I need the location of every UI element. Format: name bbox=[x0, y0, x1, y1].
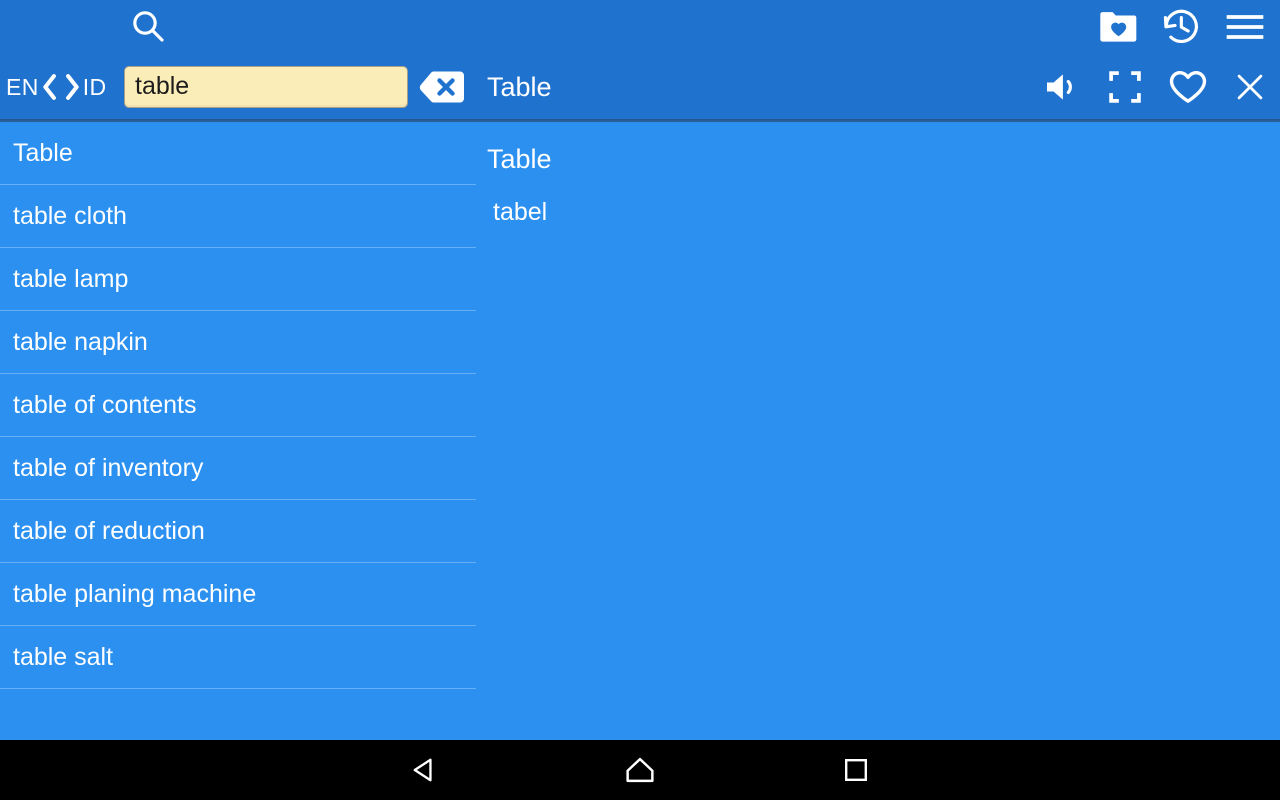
list-item-label: table of inventory bbox=[13, 453, 204, 482]
list-item[interactable]: table planing machine bbox=[0, 563, 476, 626]
list-item[interactable]: table napkin bbox=[0, 311, 476, 374]
language-switcher[interactable]: EN ID bbox=[6, 66, 107, 108]
list-item[interactable]: table of reduction bbox=[0, 500, 476, 563]
close-icon[interactable] bbox=[1234, 71, 1266, 103]
search-icon bbox=[128, 6, 168, 46]
favorites-folder-icon[interactable] bbox=[1098, 9, 1138, 45]
recents-icon bbox=[842, 756, 870, 784]
heart-icon[interactable] bbox=[1168, 68, 1208, 106]
list-item-label: table napkin bbox=[13, 327, 148, 356]
language-target: ID bbox=[82, 73, 107, 100]
header-entry-actions bbox=[1042, 64, 1266, 110]
list-item-label: table of contents bbox=[13, 390, 197, 419]
list-item[interactable]: Table bbox=[0, 122, 476, 185]
app-header: EN ID table Table bbox=[0, 0, 1280, 122]
speaker-icon[interactable] bbox=[1042, 69, 1082, 105]
backspace-icon bbox=[418, 68, 466, 106]
fullscreen-icon[interactable] bbox=[1108, 70, 1142, 104]
back-icon bbox=[410, 755, 440, 785]
results-list[interactable]: Table table cloth table lamp table napki… bbox=[0, 122, 476, 740]
search-field[interactable] bbox=[124, 66, 408, 108]
clear-search-button[interactable] bbox=[418, 68, 466, 106]
entry-detail-pane: Table tabel bbox=[476, 122, 1280, 740]
chevron-left-icon[interactable] bbox=[39, 70, 61, 104]
menu-icon[interactable] bbox=[1224, 12, 1266, 42]
language-source: EN bbox=[6, 73, 39, 100]
nav-home-button[interactable] bbox=[595, 740, 685, 800]
search-icon-button[interactable] bbox=[124, 2, 172, 50]
list-item[interactable]: table of inventory bbox=[0, 437, 476, 500]
detail-translation: tabel bbox=[493, 198, 548, 226]
home-icon bbox=[624, 755, 656, 785]
nav-recents-button[interactable] bbox=[811, 740, 901, 800]
list-item-label: table cloth bbox=[13, 201, 127, 230]
nav-back-button[interactable] bbox=[380, 740, 470, 800]
list-item[interactable]: table of contents bbox=[0, 374, 476, 437]
detail-headword: Table bbox=[487, 144, 552, 174]
header-top-actions bbox=[1098, 4, 1266, 50]
entry-title: Table bbox=[487, 72, 552, 102]
android-navigation-bar bbox=[0, 740, 1280, 800]
list-item[interactable]: table salt bbox=[0, 626, 476, 689]
search-input[interactable] bbox=[125, 72, 407, 101]
list-item[interactable]: table cloth bbox=[0, 185, 476, 248]
list-item-label: Table bbox=[13, 138, 73, 167]
list-item-label: table lamp bbox=[13, 264, 129, 293]
list-item-label: table planing machine bbox=[13, 579, 257, 608]
chevron-right-icon[interactable] bbox=[61, 70, 83, 104]
list-item[interactable]: table lamp bbox=[0, 248, 476, 311]
list-item-label: table of reduction bbox=[13, 516, 205, 545]
history-icon[interactable] bbox=[1160, 6, 1202, 48]
content-area: Table table cloth table lamp table napki… bbox=[0, 122, 1280, 740]
list-item-label: table salt bbox=[13, 642, 114, 671]
app-root: EN ID table Table Table table cloth tabl… bbox=[0, 0, 1280, 800]
